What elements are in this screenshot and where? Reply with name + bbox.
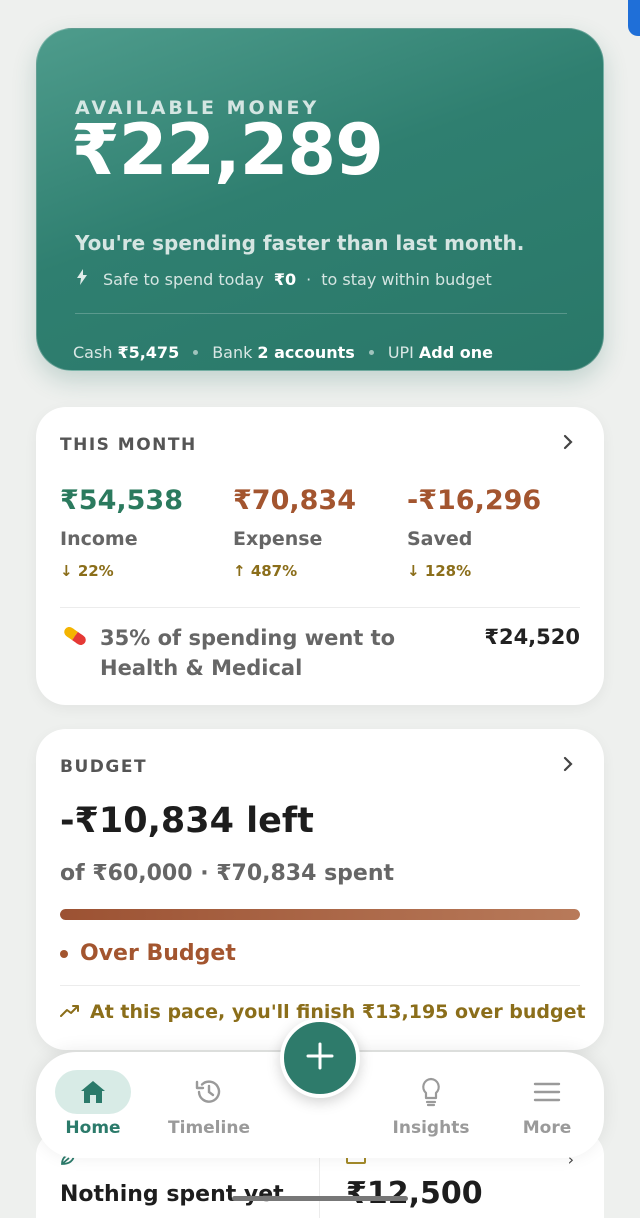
bank-source[interactable]: Bank 2 accounts bbox=[212, 343, 355, 362]
safe-to-spend-row: Safe to spend today ₹0 · to stay within … bbox=[77, 269, 492, 289]
status-dot bbox=[60, 949, 68, 958]
nav-more-label: More bbox=[522, 1118, 572, 1138]
month-divider bbox=[60, 607, 580, 608]
safe-prefix: Safe to spend today bbox=[103, 269, 264, 289]
safe-suffix: to stay within budget bbox=[321, 269, 492, 289]
hero-divider bbox=[75, 313, 567, 314]
safe-amount: ₹0 bbox=[273, 269, 297, 289]
chevron-right-icon[interactable] bbox=[562, 431, 574, 455]
expense-change-value: 487% bbox=[250, 562, 298, 580]
cash-label: Cash bbox=[73, 343, 113, 362]
nav-home[interactable]: Home bbox=[43, 1070, 143, 1138]
budget-progress-bar bbox=[60, 909, 580, 920]
upi-label: UPI bbox=[387, 343, 414, 362]
arrow-down-icon: ↓ bbox=[60, 562, 73, 580]
chevron-right-icon[interactable] bbox=[562, 753, 574, 777]
budget-title: BUDGET bbox=[60, 757, 148, 777]
budget-divider bbox=[60, 985, 580, 986]
budget-status: Over Budget bbox=[60, 941, 236, 966]
bullet-separator bbox=[193, 350, 199, 355]
nav-insights[interactable]: Insights bbox=[381, 1070, 481, 1138]
bank-value: 2 accounts bbox=[257, 343, 355, 362]
home-indicator bbox=[232, 1196, 408, 1201]
corner-accent bbox=[628, 0, 640, 36]
arrow-up-icon: ↑ bbox=[233, 562, 246, 580]
bank-label: Bank bbox=[212, 343, 253, 362]
expense-change: ↑ 487% bbox=[233, 562, 356, 580]
nothing-spent-text: Nothing spent yet bbox=[60, 1182, 284, 1207]
saved-value: -₹16,296 bbox=[407, 485, 542, 516]
nav-timeline[interactable]: Timeline bbox=[159, 1070, 259, 1138]
bottom-amount: ₹12,500 bbox=[346, 1176, 483, 1211]
money-sources-row: Cash ₹5,475 Bank 2 accounts UPI Add one bbox=[73, 343, 493, 362]
nav-insights-label: Insights bbox=[392, 1118, 470, 1138]
budget-status-label: Over Budget bbox=[80, 941, 236, 966]
budget-of-text: of ₹60,000 · ₹70,834 spent bbox=[60, 861, 395, 886]
income-value: ₹54,538 bbox=[60, 485, 183, 516]
pace-warning-text: At this pace, you'll finish ₹13,195 over… bbox=[90, 1001, 586, 1023]
lightbulb-icon bbox=[381, 1070, 481, 1114]
available-money-card[interactable]: AVAILABLE MONEY ₹22,289 You're spending … bbox=[36, 28, 604, 371]
upi-source[interactable]: UPI Add one bbox=[388, 343, 493, 362]
nav-timeline-label: Timeline bbox=[168, 1118, 250, 1138]
this-month-title: THIS MONTH bbox=[60, 435, 197, 455]
cash-source[interactable]: Cash ₹5,475 bbox=[73, 343, 179, 362]
add-transaction-button[interactable] bbox=[280, 1018, 360, 1098]
nav-more[interactable]: More bbox=[497, 1070, 597, 1138]
plus-icon bbox=[305, 1035, 335, 1081]
budget-left-amount: -₹10,834 left bbox=[60, 801, 314, 841]
trending-up-icon bbox=[60, 1001, 80, 1023]
bottom-divider bbox=[319, 1150, 320, 1218]
saved-change-value: 128% bbox=[424, 562, 472, 580]
upi-add-link[interactable]: Add one bbox=[419, 343, 493, 362]
home-icon bbox=[55, 1070, 131, 1114]
bolt-icon bbox=[77, 269, 87, 289]
saved-stat: -₹16,296 Saved ↓ 128% bbox=[407, 485, 541, 580]
income-label: Income bbox=[60, 528, 138, 550]
saved-change: ↓ 128% bbox=[407, 562, 541, 580]
separator-dot: · bbox=[306, 269, 312, 289]
income-change: ↓ 22% bbox=[60, 562, 183, 580]
insight-amount: ₹24,520 bbox=[484, 625, 580, 649]
pill-icon bbox=[60, 625, 90, 647]
saved-label: Saved bbox=[407, 528, 473, 550]
budget-progress-fill bbox=[60, 909, 580, 920]
bullet-separator bbox=[368, 350, 374, 355]
nav-home-label: Home bbox=[65, 1118, 121, 1138]
expense-value: ₹70,834 bbox=[233, 485, 356, 516]
history-icon bbox=[159, 1070, 259, 1114]
cash-value: ₹5,475 bbox=[117, 343, 180, 362]
spending-message: You're spending faster than last month. bbox=[75, 231, 525, 255]
expense-label: Expense bbox=[233, 528, 323, 550]
menu-icon bbox=[497, 1070, 597, 1114]
arrow-down-icon: ↓ bbox=[407, 562, 420, 580]
income-change-value: 22% bbox=[77, 562, 114, 580]
spending-insight: 35% of spending went to Health & Medical bbox=[100, 626, 396, 680]
available-money-amount: ₹22,289 bbox=[71, 109, 384, 191]
budget-card[interactable]: BUDGET -₹10,834 left of ₹60,000 · ₹70,83… bbox=[36, 729, 604, 1050]
income-stat: ₹54,538 Income ↓ 22% bbox=[60, 485, 183, 580]
expense-stat: ₹70,834 Expense ↑ 487% bbox=[233, 485, 356, 580]
this-month-card[interactable]: THIS MONTH ₹54,538 Income ↓ 22% ₹70,834 … bbox=[36, 407, 604, 705]
